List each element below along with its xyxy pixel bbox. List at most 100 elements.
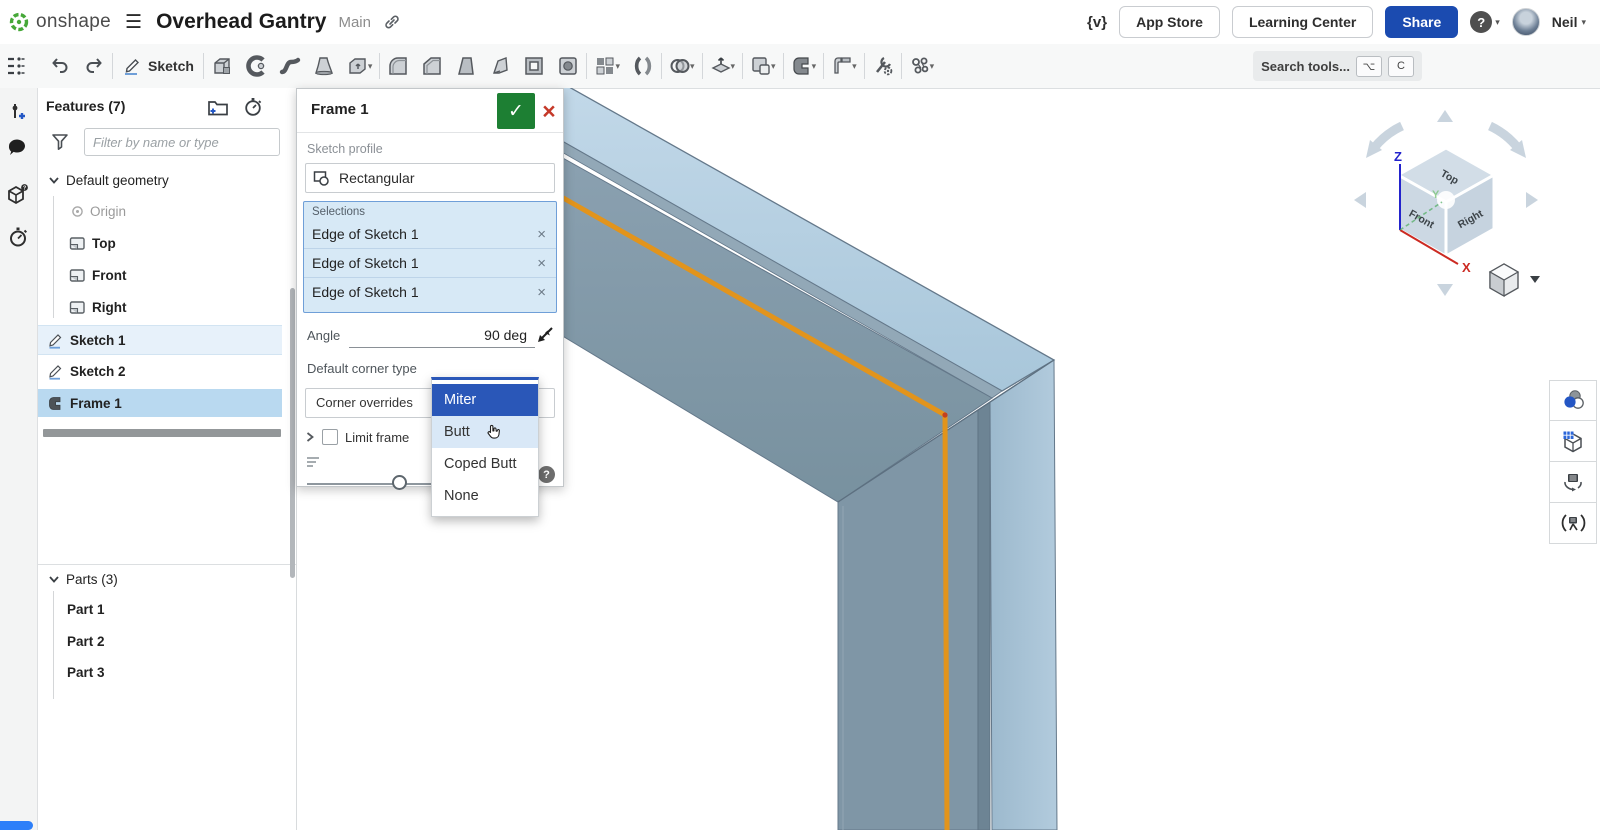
undo-icon[interactable] xyxy=(47,53,73,79)
appearance-button[interactable] xyxy=(1549,380,1597,421)
comments-icon[interactable] xyxy=(4,134,32,162)
feature-tools-icon[interactable] xyxy=(870,53,896,79)
tree-item-part-2[interactable]: Part 2 xyxy=(38,627,296,655)
feature-list-toggle-icon[interactable] xyxy=(3,53,29,79)
tree-group-parts[interactable]: Parts (3) xyxy=(38,565,296,593)
dialog-slider-knob[interactable] xyxy=(392,475,407,490)
insert-feature-icon[interactable] xyxy=(4,98,32,126)
shell-icon[interactable] xyxy=(521,53,547,79)
confirm-button[interactable]: ✓ xyxy=(497,93,535,129)
surface-dropdown-caret[interactable]: ▾ xyxy=(771,61,776,72)
move-face-icon[interactable] xyxy=(487,53,513,79)
search-tools-input[interactable]: Search tools... ⌥ C xyxy=(1253,51,1422,81)
chamfer-icon[interactable] xyxy=(419,53,445,79)
share-button[interactable]: Share xyxy=(1385,6,1458,38)
featurescript-icon[interactable]: {v} xyxy=(1087,14,1107,31)
dropdown-option-miter[interactable]: Miter xyxy=(432,384,538,416)
dropdown-option-coped-butt[interactable]: Coped Butt xyxy=(432,448,538,480)
view-options-button[interactable] xyxy=(1490,264,1540,296)
chevron-down-icon[interactable] xyxy=(48,573,60,585)
tree-item-part-3[interactable]: Part 3 xyxy=(38,658,296,686)
tree-item-top-plane[interactable]: Top xyxy=(38,229,296,257)
chevron-down-icon[interactable] xyxy=(48,174,60,186)
tree-item-origin[interactable]: Origin xyxy=(38,197,296,225)
top-bar: onshape ☰ Overhead Gantry Main {v} App S… xyxy=(0,0,1600,45)
split-dropdown-caret[interactable]: ▾ xyxy=(731,61,736,72)
user-menu[interactable]: Neil ▾ xyxy=(1552,14,1586,30)
remove-selection-icon[interactable]: × xyxy=(537,284,546,301)
app-store-button[interactable]: App Store xyxy=(1119,6,1220,38)
hole-icon[interactable] xyxy=(555,53,581,79)
sketch-button[interactable]: Sketch xyxy=(118,56,198,76)
tree-item-sketch-1[interactable]: Sketch 1 xyxy=(38,325,282,355)
tree-item-front-plane[interactable]: Front xyxy=(38,261,296,289)
dropdown-option-none[interactable]: None xyxy=(432,480,538,512)
selection-item[interactable]: Edge of Sketch 1 × xyxy=(304,248,556,277)
tree-item-frame-1[interactable]: Frame 1 xyxy=(38,389,282,417)
extrude-icon[interactable] xyxy=(209,53,235,79)
flip-direction-icon[interactable] xyxy=(533,323,557,347)
filter-funnel-icon[interactable] xyxy=(50,132,70,152)
thicken-dropdown-caret[interactable]: ▾ xyxy=(368,61,373,72)
tree-group-default-geometry[interactable]: Default geometry xyxy=(38,166,296,194)
cancel-button[interactable]: × xyxy=(536,93,562,129)
profile-select[interactable]: Rectangular xyxy=(305,163,555,193)
mirror-icon[interactable] xyxy=(630,53,656,79)
help-menu[interactable]: ? ▾ xyxy=(1470,11,1500,33)
history-stopwatch-icon[interactable] xyxy=(4,223,32,251)
remove-selection-icon[interactable]: × xyxy=(537,255,546,272)
view-options-caret[interactable] xyxy=(1530,276,1540,283)
sweep-icon[interactable] xyxy=(277,53,303,79)
revolve-icon[interactable] xyxy=(243,53,269,79)
share-link-icon[interactable] xyxy=(383,13,401,31)
draft-icon[interactable] xyxy=(453,53,479,79)
rotate-left-arrow[interactable] xyxy=(1354,192,1366,208)
roll-cw-arrow[interactable] xyxy=(1490,126,1518,148)
selections-box[interactable]: Selections Edge of Sketch 1 × Edge of Sk… xyxy=(303,201,557,313)
rollback-bar[interactable] xyxy=(43,429,281,437)
section-view-button[interactable] xyxy=(1549,421,1597,462)
dialog-help-icon[interactable]: ? xyxy=(538,466,555,483)
dropdown-option-butt[interactable]: Butt xyxy=(432,416,538,448)
redo-icon[interactable] xyxy=(81,53,107,79)
feature-filter-input[interactable] xyxy=(84,128,280,156)
fillet-icon[interactable] xyxy=(385,53,411,79)
expand-chevron-icon[interactable] xyxy=(305,431,315,443)
features-scrollbar[interactable] xyxy=(290,288,295,578)
loft-icon[interactable] xyxy=(311,53,337,79)
selection-item[interactable]: Edge of Sketch 1 × xyxy=(304,277,556,306)
parts-title: Parts (3) xyxy=(66,572,118,587)
tree-item-part-1[interactable]: Part 1 xyxy=(38,595,296,623)
create-folder-icon[interactable] xyxy=(206,96,230,123)
grip-lines-icon[interactable] xyxy=(305,455,321,469)
limit-frame-checkbox[interactable] xyxy=(322,429,338,445)
user-avatar[interactable] xyxy=(1512,8,1540,36)
frame-dropdown-caret[interactable]: ▾ xyxy=(812,61,817,72)
help-icon[interactable]: ? xyxy=(1470,11,1492,33)
learning-center-button[interactable]: Learning Center xyxy=(1232,6,1373,38)
remove-selection-icon[interactable]: × xyxy=(537,226,546,243)
roll-ccw-arrow[interactable] xyxy=(1374,126,1402,148)
boolean-dropdown-caret[interactable]: ▾ xyxy=(690,61,695,72)
pattern-dropdown-caret[interactable]: ▾ xyxy=(615,61,620,72)
rotate-right-arrow[interactable] xyxy=(1526,192,1538,208)
rotate-down-arrow[interactable] xyxy=(1437,284,1453,296)
selection-item[interactable]: Edge of Sketch 1 × xyxy=(304,220,556,248)
branch-name[interactable]: Main xyxy=(338,14,371,31)
onshape-logo[interactable]: onshape xyxy=(8,11,111,33)
analysis-dropdown-caret[interactable]: ▾ xyxy=(930,61,935,72)
named-views-button[interactable] xyxy=(1549,462,1597,503)
cube-help-icon[interactable]: ? xyxy=(4,180,32,208)
features-panel: Features (7) Default geometry Origin Top xyxy=(38,88,297,830)
tree-item-right-plane[interactable]: Right xyxy=(38,293,296,321)
document-menu-icon[interactable]: ☰ xyxy=(125,11,142,34)
angle-value[interactable]: 90 deg xyxy=(484,327,527,343)
selection-label: Edge of Sketch 1 xyxy=(312,226,419,242)
dialog-slider-track[interactable] xyxy=(307,483,437,485)
sheet-metal-dropdown-caret[interactable]: ▾ xyxy=(852,61,857,72)
animate-view-button[interactable] xyxy=(1549,503,1597,544)
limit-frame-row[interactable]: Limit frame xyxy=(305,429,409,445)
tree-item-sketch-2[interactable]: Sketch 2 xyxy=(38,357,296,385)
rollback-history-icon[interactable] xyxy=(242,96,264,123)
rotate-up-arrow[interactable] xyxy=(1437,110,1453,122)
